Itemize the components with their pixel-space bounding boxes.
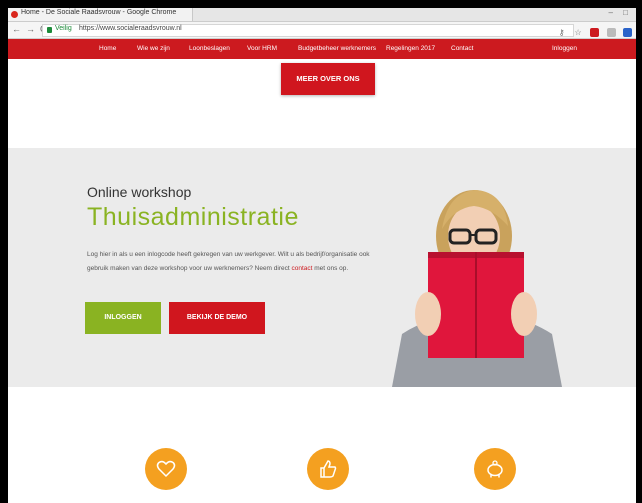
- address-bar: ←→C Veilig https://www.socialeraadsvrouw…: [8, 22, 636, 39]
- contact-link[interactable]: contact: [291, 265, 312, 272]
- nav-contact[interactable]: Contact: [451, 45, 473, 52]
- nav-loonbeslagen[interactable]: Loonbeslagen: [189, 45, 230, 52]
- hero-description: Log hier in als u een inlogcode heeft ge…: [87, 248, 387, 276]
- browser-window: Home - De Sociale Raadsvrouw - Google Ch…: [8, 8, 636, 503]
- hero-section: Online workshop Thuisadministratie Log h…: [8, 148, 636, 387]
- favicon-icon: [11, 11, 18, 18]
- window-controls[interactable]: – □: [608, 8, 632, 17]
- thumbs-up-icon: [307, 448, 349, 490]
- title-bar: Home - De Sociale Raadsvrouw - Google Ch…: [8, 8, 636, 22]
- extension-blue-icon[interactable]: [623, 28, 632, 38]
- extension-icons: ⚷ ☆: [554, 24, 632, 38]
- login-button[interactable]: INLOGGEN: [85, 302, 161, 334]
- lock-icon: [47, 27, 52, 33]
- extension-red-icon[interactable]: [590, 28, 600, 38]
- nav-wie-we-zijn[interactable]: Wie we zijn: [137, 45, 170, 52]
- nav-regelingen[interactable]: Regelingen 2017: [386, 45, 435, 52]
- tab-title: Home - De Sociale Raadsvrouw - Google Ch…: [21, 9, 177, 16]
- url-text[interactable]: https://www.socialeraadsvrouw.nl: [79, 25, 182, 32]
- nav-home[interactable]: Home: [99, 45, 116, 52]
- hero-subtitle: Online workshop: [87, 184, 192, 200]
- demo-button[interactable]: BEKIJK DE DEMO: [169, 302, 265, 334]
- piggy-bank-icon: [474, 448, 516, 490]
- hero-text-part2: met ons op.: [312, 265, 349, 272]
- secure-label: Veilig: [55, 25, 72, 32]
- nav-voor-hrm[interactable]: Voor HRM: [247, 45, 277, 52]
- browser-tab[interactable]: Home - De Sociale Raadsvrouw - Google Ch…: [8, 8, 193, 21]
- woman-with-book-image: [392, 190, 562, 387]
- site-navigation: Home Wie we zijn Loonbeslagen Voor HRM B…: [8, 39, 636, 59]
- nav-inloggen[interactable]: Inloggen: [552, 45, 577, 52]
- meer-over-ons-button[interactable]: MEER OVER ONS: [281, 63, 375, 95]
- star-icon[interactable]: ☆: [574, 28, 583, 37]
- extension-gray-icon[interactable]: [606, 28, 616, 38]
- url-input[interactable]: Veilig https://www.socialeraadsvrouw.nl: [42, 24, 574, 37]
- hero-title: Thuisadministratie: [87, 203, 299, 231]
- heart-icon: [145, 448, 187, 490]
- key-icon[interactable]: ⚷: [557, 28, 566, 37]
- nav-budgetbeheer[interactable]: Budgetbeheer werknemers: [298, 45, 376, 52]
